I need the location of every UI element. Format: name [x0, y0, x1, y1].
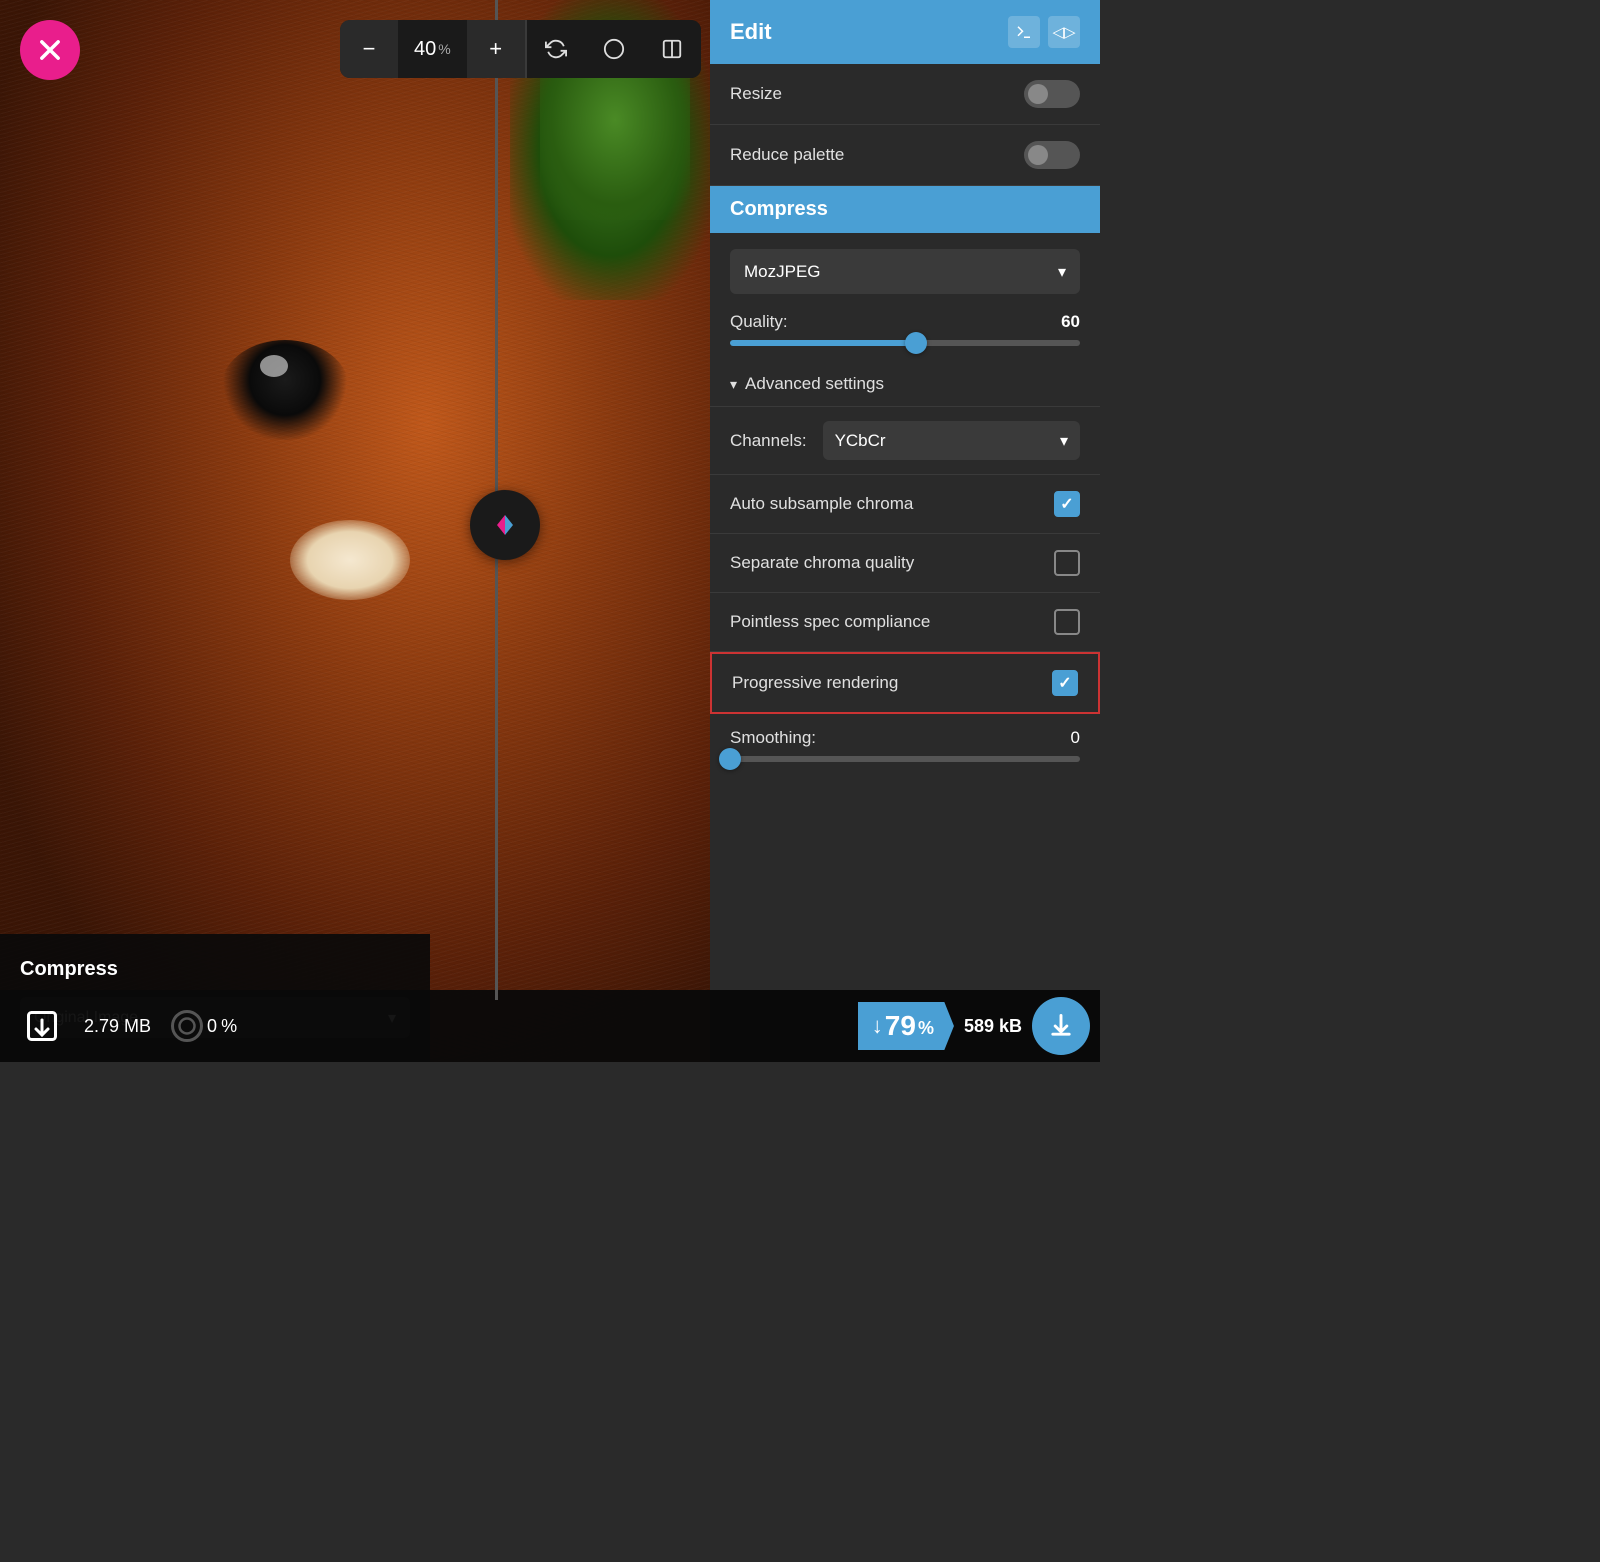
pointless-spec-checkbox[interactable] — [1054, 609, 1080, 635]
codec-select[interactable]: MozJPEG — [730, 249, 1080, 294]
rotate-button[interactable] — [527, 20, 585, 78]
pct-value: 0 — [207, 1016, 217, 1037]
codec-select-wrap: MozJPEG ▾ — [730, 249, 1080, 294]
compare-handle[interactable] — [470, 490, 540, 560]
quality-slider[interactable] — [730, 340, 1080, 346]
quality-label: Quality: — [730, 312, 788, 332]
auto-subsample-row: Auto subsample chroma — [710, 475, 1100, 534]
zoom-out-button[interactable]: − — [340, 20, 398, 78]
compression-pct-unit: % — [918, 1018, 934, 1039]
channels-select-wrap: YCbCr ▾ — [823, 421, 1080, 460]
resize-toggle-thumb — [1028, 84, 1048, 104]
close-button[interactable] — [20, 20, 80, 80]
bottom-compress-title: Compress — [20, 958, 410, 981]
reduce-palette-toggle[interactable] — [1024, 141, 1080, 169]
image-preview-area — [0, 0, 710, 1062]
quality-value: 60 — [1061, 312, 1080, 332]
resize-toggle[interactable] — [1024, 80, 1080, 108]
separate-chroma-row: Separate chroma quality — [710, 534, 1100, 593]
arrows-icon-button[interactable]: ◁▷ — [1048, 16, 1080, 48]
smoothing-slider[interactable] — [730, 756, 1080, 762]
compress-section-title: Compress — [730, 198, 828, 220]
channels-label: Channels: — [730, 431, 807, 451]
pointless-spec-row: Pointless spec compliance — [710, 593, 1100, 652]
progressive-rendering-row: Progressive rendering — [710, 652, 1100, 714]
resize-row: Resize — [710, 64, 1100, 125]
auto-subsample-checkbox[interactable] — [1054, 491, 1080, 517]
quality-slider-thumb[interactable] — [905, 332, 927, 354]
channels-select[interactable]: YCbCr — [823, 421, 1080, 460]
file-size-left: 2.79 MB — [84, 1016, 151, 1037]
panel-title: Edit — [730, 19, 772, 45]
pct-display: 0 % — [171, 1010, 237, 1042]
terminal-icon-button[interactable] — [1008, 16, 1040, 48]
file-size-right: 589 kB — [964, 1016, 1022, 1037]
smoothing-slider-thumb[interactable] — [719, 748, 741, 770]
circle-button[interactable] — [585, 20, 643, 78]
panel-header-icons: ◁▷ — [1008, 16, 1080, 48]
smoothing-label: Smoothing: — [730, 728, 816, 748]
bottom-right-bar: ↓ 79 % 589 kB — [710, 990, 1100, 1062]
image-background — [0, 0, 710, 1062]
compress-section-header: Compress — [710, 186, 1100, 233]
quality-row: Quality: 60 — [710, 298, 1100, 336]
separate-chroma-label: Separate chroma quality — [730, 553, 914, 573]
advanced-chevron-icon: ▾ — [730, 376, 737, 393]
reduce-palette-row: Reduce palette — [710, 125, 1100, 186]
smoothing-row: Smoothing: 0 — [710, 714, 1100, 752]
pct-unit: % — [221, 1016, 237, 1037]
separate-chroma-checkbox[interactable] — [1054, 550, 1080, 576]
smoothing-slider-wrap — [710, 752, 1100, 778]
download-icon-left[interactable] — [20, 1004, 64, 1048]
reduce-palette-label: Reduce palette — [730, 145, 844, 165]
resize-label: Resize — [730, 84, 782, 104]
progressive-rendering-label: Progressive rendering — [732, 673, 898, 693]
advanced-settings-label: Advanced settings — [745, 374, 884, 394]
panel-header: Edit ◁▷ — [710, 0, 1100, 64]
pointless-spec-label: Pointless spec compliance — [730, 612, 930, 632]
zoom-value: 40 — [414, 38, 436, 61]
layout-button[interactable] — [643, 20, 701, 78]
quality-slider-wrap — [710, 336, 1100, 362]
down-arrow-badge: ↓ — [872, 1013, 883, 1039]
download-button-right[interactable] — [1032, 997, 1090, 1055]
zoom-display: 40 % — [398, 20, 467, 78]
zoom-toolbar: − 40 % + — [340, 20, 701, 78]
smoothing-value: 0 — [1071, 728, 1080, 748]
auto-subsample-label: Auto subsample chroma — [730, 494, 913, 514]
zoom-unit: % — [438, 41, 450, 57]
compression-pct-value: 79 — [885, 1010, 916, 1042]
pct-circle — [171, 1010, 203, 1042]
advanced-settings-toggle[interactable]: ▾ Advanced settings — [710, 362, 1100, 407]
right-panel: Edit ◁▷ Resize Reduce palette Compress — [710, 0, 1100, 1062]
progressive-rendering-checkbox[interactable] — [1052, 670, 1078, 696]
reduce-palette-toggle-thumb — [1028, 145, 1048, 165]
channels-row: Channels: YCbCr ▾ — [710, 407, 1100, 475]
compression-badge: ↓ 79 % — [858, 1002, 954, 1050]
zoom-in-button[interactable]: + — [467, 20, 525, 78]
